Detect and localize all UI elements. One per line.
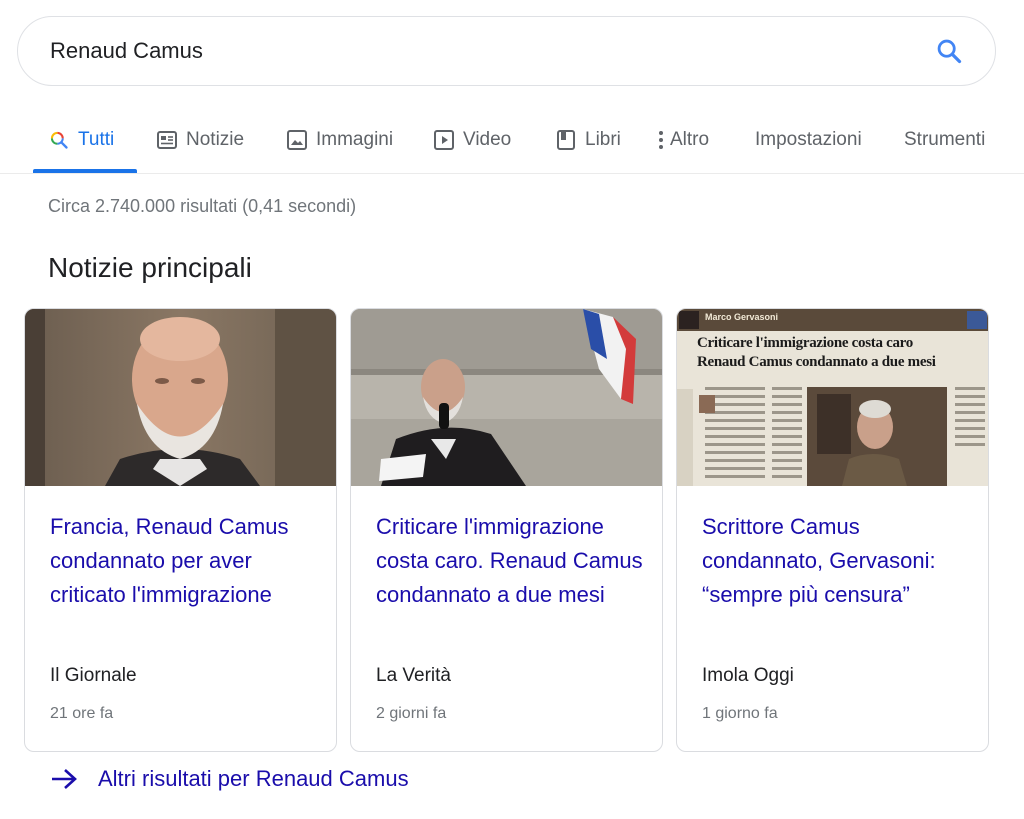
tab-libri[interactable]: Libri bbox=[555, 108, 621, 172]
news-icon bbox=[156, 129, 178, 151]
tab-impostazioni[interactable]: Impostazioni bbox=[755, 108, 862, 172]
news-card-time: 1 giorno fa bbox=[702, 705, 778, 722]
search-input[interactable] bbox=[50, 38, 931, 64]
tab-strumenti[interactable]: Strumenti bbox=[904, 108, 985, 172]
news-card-image bbox=[351, 309, 662, 486]
arrow-right-icon bbox=[50, 765, 80, 793]
tab-label: Tutti bbox=[78, 129, 115, 150]
tab-video[interactable]: Video bbox=[433, 108, 511, 172]
tab-label: Libri bbox=[585, 129, 621, 150]
active-tab-indicator bbox=[33, 169, 137, 173]
search-icon bbox=[937, 39, 962, 64]
play-icon bbox=[433, 129, 455, 151]
tab-label: Immagini bbox=[316, 129, 394, 150]
search-box[interactable] bbox=[17, 16, 996, 86]
news-card-time: 21 ore fa bbox=[50, 705, 114, 722]
tab-immagini[interactable]: Immagini bbox=[286, 108, 393, 172]
result-stats: Circa 2.740.000 risultati (0,41 secondi) bbox=[48, 196, 357, 216]
tab-label: Strumenti bbox=[904, 129, 986, 150]
book-icon bbox=[555, 129, 577, 151]
tab-notizie[interactable]: Notizie bbox=[156, 108, 244, 172]
news-card-time: 2 giorni fa bbox=[376, 705, 447, 722]
news-card-title[interactable]: Criticare l'immigrazione costa caro. Ren… bbox=[376, 510, 644, 612]
more-vert-icon bbox=[656, 129, 666, 151]
search-icon bbox=[48, 129, 70, 151]
news-card[interactable]: Francia, Renaud Camus condannato per ave… bbox=[24, 308, 337, 752]
news-card[interactable]: Criticare l'immigrazione costa caro. Ren… bbox=[350, 308, 663, 752]
image-icon bbox=[286, 129, 308, 151]
search-tabs: Tutti Notizie Immagini Video Libri Altro… bbox=[0, 108, 1024, 174]
news-card-title[interactable]: Francia, Renaud Camus condannato per ave… bbox=[50, 510, 318, 612]
news-card[interactable]: Marco Gervasoni Criticare l'immigrazione… bbox=[676, 308, 989, 752]
search-button[interactable] bbox=[931, 33, 967, 69]
news-card-image: Marco Gervasoni Criticare l'immigrazione… bbox=[677, 309, 988, 486]
tab-label: Impostazioni bbox=[755, 129, 862, 150]
news-image-headline: Renaud Camus condannato a due mesi bbox=[697, 354, 936, 370]
tab-altro[interactable]: Altro bbox=[656, 108, 709, 172]
tab-label: Notizie bbox=[186, 129, 245, 150]
news-card-source: La Verità bbox=[376, 665, 451, 686]
news-card-source: Imola Oggi bbox=[702, 665, 794, 686]
news-image-byline: Marco Gervasoni bbox=[705, 312, 779, 322]
tab-tutti[interactable]: Tutti bbox=[48, 108, 114, 172]
tab-label: Video bbox=[463, 129, 512, 150]
news-card-source: Il Giornale bbox=[50, 665, 137, 686]
more-results-label: Altri risultati per Renaud Camus bbox=[98, 766, 409, 791]
news-card-title[interactable]: Scrittore Camus condannato, Gervasoni: “… bbox=[702, 510, 970, 612]
more-results-link[interactable]: Altri risultati per Renaud Camus bbox=[50, 765, 409, 793]
news-card-image bbox=[25, 309, 336, 486]
news-image-headline: Criticare l'immigrazione costa caro bbox=[697, 335, 913, 351]
tab-label: Altro bbox=[670, 129, 710, 150]
section-title: Notizie principali bbox=[48, 252, 252, 283]
